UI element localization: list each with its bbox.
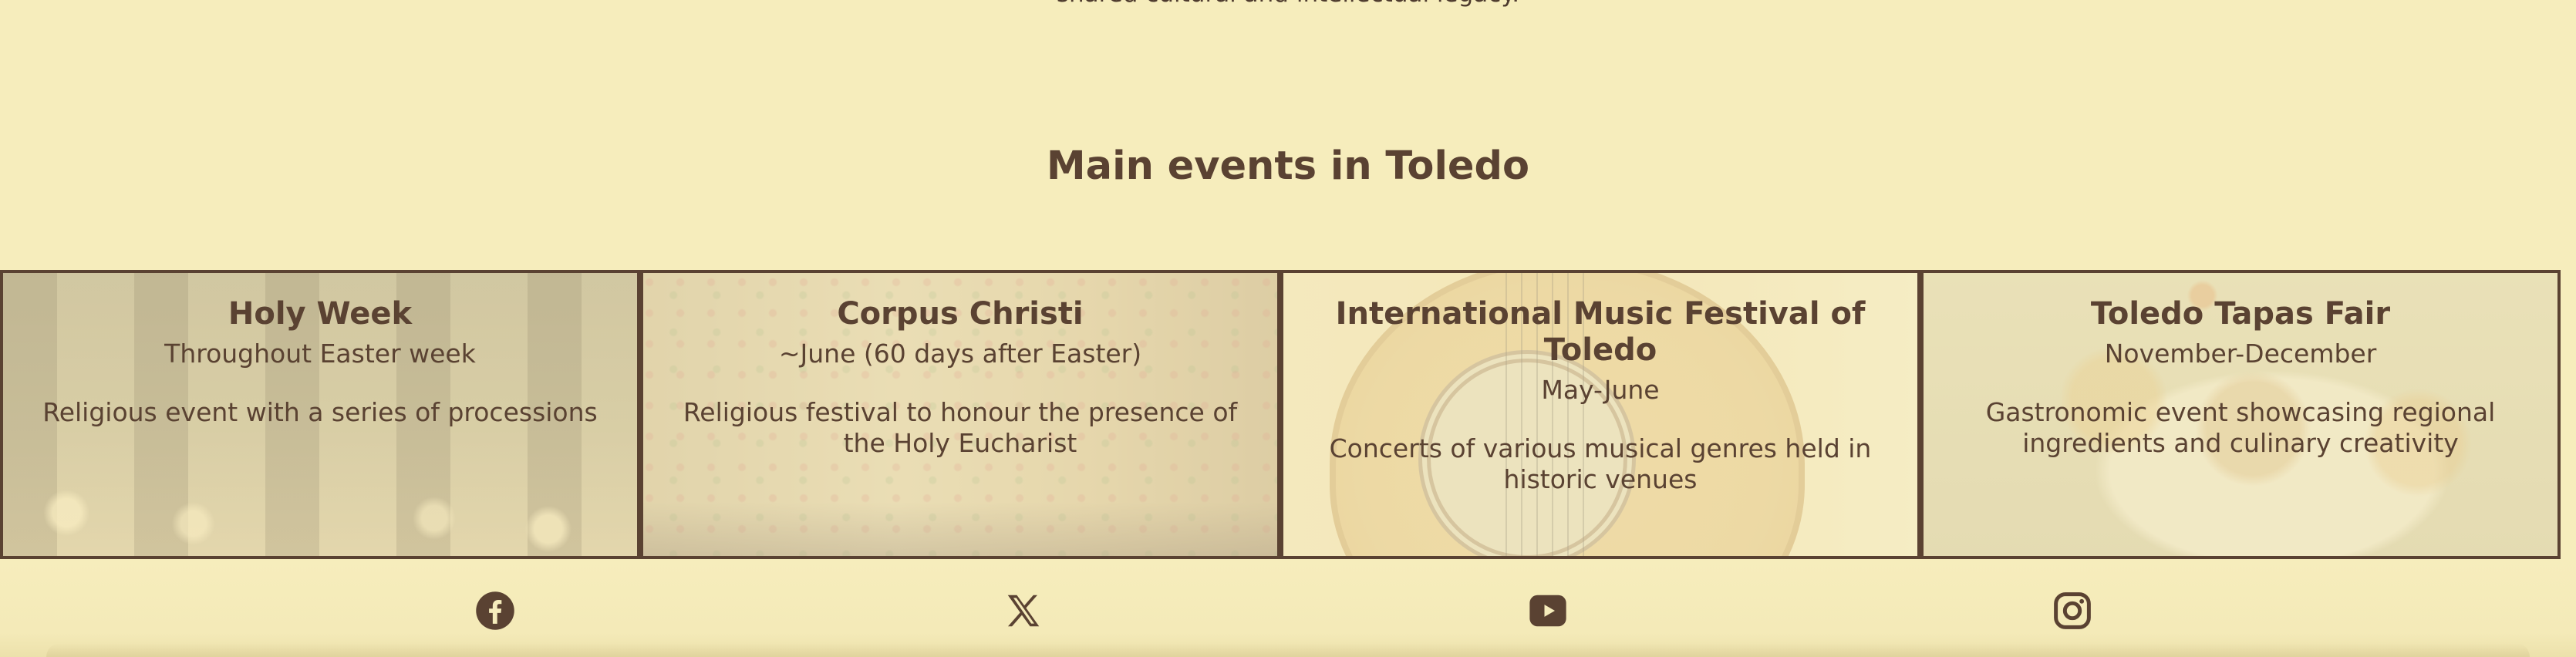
section-title: Main events in Toledo <box>1046 143 1530 189</box>
event-card-holy-week[interactable]: Holy Week Throughout Easter week Religio… <box>0 270 640 559</box>
youtube-link[interactable] <box>1527 590 1569 632</box>
event-card-corpus-christi[interactable]: Corpus Christi ~June (60 days after East… <box>640 270 1280 559</box>
x-icon <box>1007 595 1040 627</box>
event-description: Religious festival to honour the presenc… <box>683 397 1238 458</box>
instagram-icon <box>2054 592 2091 629</box>
event-description: Gastronomic event showcasing regional in… <box>1985 397 2496 458</box>
event-title: Holy Week <box>228 296 413 332</box>
instagram-link[interactable] <box>2052 590 2093 632</box>
facebook-icon <box>476 591 514 630</box>
event-description: Concerts of various musical genres held … <box>1329 433 1872 494</box>
event-title: Corpus Christi <box>837 296 1084 332</box>
event-date: Throughout Easter week <box>164 339 476 369</box>
event-title: International Music Festival of Toledo <box>1335 296 1866 368</box>
intro-paragraph-tail: shared cultural and intellectual legacy. <box>0 0 2576 8</box>
event-date: ~June (60 days after Easter) <box>778 339 1142 369</box>
facebook-link[interactable] <box>474 590 516 632</box>
event-card-music-festival[interactable]: International Music Festival of Toledo M… <box>1280 270 1920 559</box>
footer <box>0 559 2576 657</box>
event-card-tapas-fair[interactable]: Toledo Tapas Fair November-December Gast… <box>1920 270 2561 559</box>
events-grid: Holy Week Throughout Easter week Religio… <box>0 270 2561 559</box>
event-description: Religious event with a series of process… <box>42 397 598 427</box>
event-title: Toledo Tapas Fair <box>2090 296 2391 332</box>
youtube-icon <box>1529 595 1566 627</box>
event-date: November-December <box>2104 339 2377 369</box>
x-link[interactable] <box>1003 590 1044 632</box>
event-date: May-June <box>1541 375 1660 405</box>
